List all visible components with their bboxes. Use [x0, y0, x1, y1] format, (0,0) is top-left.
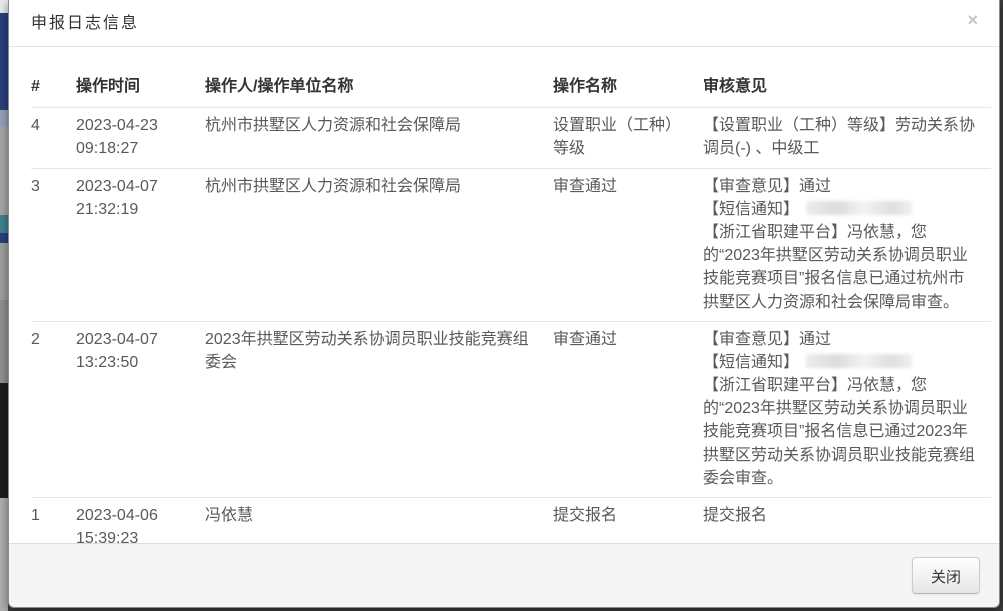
background-block — [0, 215, 8, 233]
background-block — [0, 233, 8, 243]
opinion-line: 【短信通知】 — [703, 351, 979, 374]
opinion-line: 【浙江省职建平台】冯依慧，您的“2023年拱墅区劳动关系协调员职业技能竞赛项目”… — [703, 374, 979, 490]
redacted-sms-content — [806, 201, 912, 215]
col-header-index: # — [31, 67, 76, 108]
col-header-operation: 操作名称 — [553, 67, 703, 108]
background-block — [0, 300, 8, 383]
modal-body: # 操作时间 操作人/操作单位名称 操作名称 审核意见 42023-04-23 … — [9, 47, 999, 543]
cell-opinion: 提交报名 — [703, 498, 991, 544]
cell-index: 1 — [31, 498, 76, 544]
cell-time: 2023-04-06 15:39:23 — [76, 498, 205, 544]
cell-opinion: 【设置职业（工种）等级】劳动关系协调员(-) 、中级工 — [703, 108, 991, 168]
cell-index: 4 — [31, 108, 76, 168]
background-block — [0, 383, 8, 498]
background-block — [0, 498, 8, 611]
table-row: 42023-04-23 09:18:27杭州市拱墅区人力资源和社会保障局设置职业… — [31, 108, 991, 168]
col-header-opinion: 审核意见 — [703, 67, 991, 108]
col-header-operator: 操作人/操作单位名称 — [205, 67, 553, 108]
cell-operator: 2023年拱墅区劳动关系协调员职业技能竞赛组委会 — [205, 321, 553, 497]
cell-operation: 提交报名 — [553, 498, 703, 544]
modal-header: 申报日志信息 × — [9, 0, 999, 47]
table-row: 32023-04-07 21:32:19杭州市拱墅区人力资源和社会保障局审查通过… — [31, 168, 991, 321]
opinion-line: 提交报名 — [703, 504, 979, 527]
background-page-strip — [0, 0, 8, 611]
table-row: 22023-04-07 13:23:502023年拱墅区劳动关系协调员职业技能竞… — [31, 321, 991, 497]
background-block — [0, 13, 8, 110]
cell-operator: 杭州市拱墅区人力资源和社会保障局 — [205, 108, 553, 168]
close-button[interactable]: 关闭 — [912, 557, 980, 594]
opinion-line: 【浙江省职建平台】冯依慧，您的“2023年拱墅区劳动关系协调员职业技能竞赛项目”… — [703, 221, 979, 314]
cell-operator: 冯依慧 — [205, 498, 553, 544]
opinion-line: 【短信通知】 — [703, 198, 979, 221]
background-block — [0, 110, 8, 127]
background-block — [0, 0, 8, 13]
cell-opinion: 【审查意见】通过【短信通知】【浙江省职建平台】冯依慧，您的“2023年拱墅区劳动… — [703, 168, 991, 321]
col-header-time: 操作时间 — [76, 67, 205, 108]
cell-operator: 杭州市拱墅区人力资源和社会保障局 — [205, 168, 553, 321]
background-block — [0, 243, 8, 300]
close-icon[interactable]: × — [967, 11, 978, 29]
cell-opinion: 【审查意见】通过【短信通知】【浙江省职建平台】冯依慧，您的“2023年拱墅区劳动… — [703, 321, 991, 497]
modal-footer: 关闭 — [9, 543, 999, 607]
declaration-log-modal: 申报日志信息 × # 操作时间 操作人/操作单位名称 操作名称 审核意见 420… — [8, 0, 1000, 608]
cell-time: 2023-04-23 09:18:27 — [76, 108, 205, 168]
cell-time: 2023-04-07 21:32:19 — [76, 168, 205, 321]
log-table: # 操作时间 操作人/操作单位名称 操作名称 审核意见 42023-04-23 … — [31, 67, 991, 543]
cell-operation: 设置职业（工种）等级 — [553, 108, 703, 168]
cell-operation: 审查通过 — [553, 168, 703, 321]
opinion-line: 【审查意见】通过 — [703, 328, 979, 351]
cell-time: 2023-04-07 13:23:50 — [76, 321, 205, 497]
cell-operation: 审查通过 — [553, 321, 703, 497]
opinion-line: 【设置职业（工种）等级】劳动关系协调员(-) 、中级工 — [703, 114, 979, 160]
table-header-row: # 操作时间 操作人/操作单位名称 操作名称 审核意见 — [31, 67, 991, 108]
modal-title: 申报日志信息 — [9, 0, 139, 47]
cell-index: 3 — [31, 168, 76, 321]
table-row: 12023-04-06 15:39:23冯依慧提交报名提交报名 — [31, 498, 991, 544]
redacted-sms-content — [806, 354, 912, 368]
background-block — [0, 127, 8, 215]
opinion-line: 【审查意见】通过 — [703, 175, 979, 198]
cell-index: 2 — [31, 321, 76, 497]
